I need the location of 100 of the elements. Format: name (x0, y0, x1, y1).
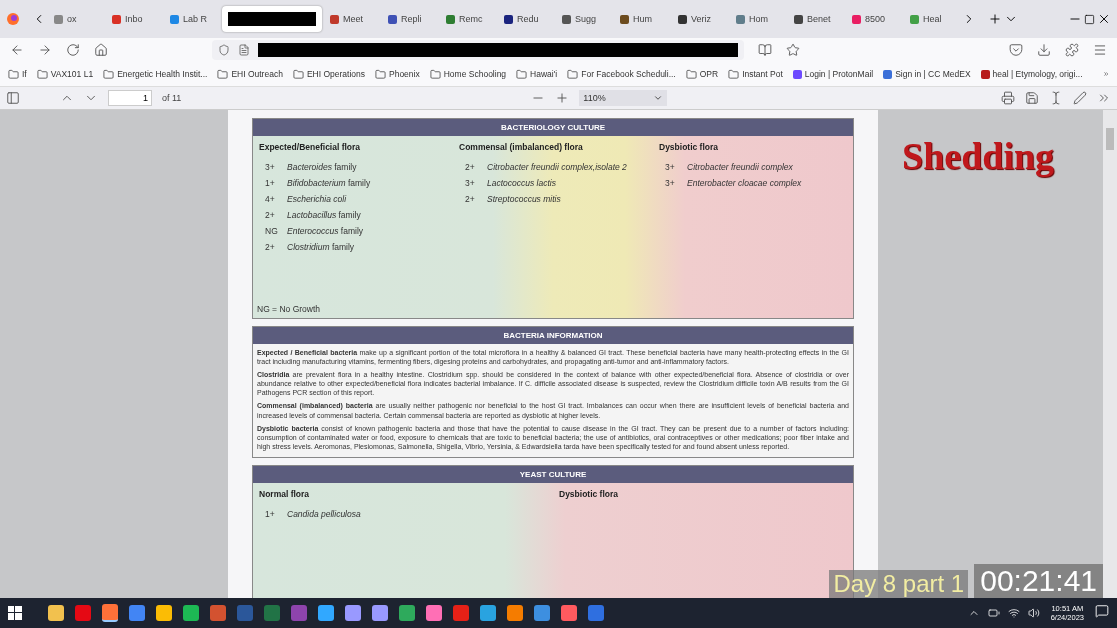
section-header: BACTERIA INFORMATION (253, 327, 853, 344)
app-icon[interactable] (372, 605, 388, 621)
folder-icon (685, 68, 697, 80)
browser-logo-icon[interactable] (6, 12, 20, 26)
bookmark-star-icon[interactable] (786, 43, 800, 57)
battery-icon[interactable] (987, 607, 1000, 619)
app-icon[interactable] (210, 605, 226, 621)
app-icon[interactable] (561, 605, 577, 621)
bookmark-item[interactable]: Instant Pot (728, 68, 783, 80)
browser-tab[interactable]: Hum (614, 6, 670, 32)
grade-label: 2+ (265, 210, 276, 220)
folder-icon (103, 68, 115, 80)
app-icon[interactable] (480, 605, 496, 621)
bookmark-item[interactable]: OPR (685, 68, 719, 80)
extensions-icon[interactable] (1065, 43, 1079, 57)
app-icon[interactable] (426, 605, 442, 621)
app-icon[interactable] (453, 605, 469, 621)
app-icon[interactable] (75, 605, 91, 621)
zoom-in-icon[interactable] (555, 91, 570, 105)
browser-tab[interactable]: Veriz (672, 6, 728, 32)
bookmark-item[interactable]: Login | ProtonMail (792, 69, 874, 79)
folder-icon (8, 68, 19, 80)
bookmark-item[interactable]: EHI Outreach (217, 68, 283, 80)
organism-name: Enterobacter cloacae complex (687, 178, 802, 188)
browser-tab[interactable]: ox (48, 6, 104, 32)
browser-tab[interactable]: Meet (324, 6, 380, 32)
browser-tab[interactable] (222, 6, 322, 32)
organism-name: Clostridium family (287, 242, 355, 252)
app-icon[interactable] (318, 605, 334, 621)
maximize-icon[interactable] (1084, 13, 1095, 25)
menu-icon[interactable] (1093, 43, 1107, 57)
organism-name: Lactococcus lactis (487, 178, 556, 188)
browser-tab[interactable]: Remc (440, 6, 496, 32)
bookmark-item[interactable]: Energetic Health Instit... (103, 68, 208, 80)
pocket-icon[interactable] (1009, 43, 1023, 57)
column-heading: Commensal (imbalanced) flora (459, 142, 584, 152)
reload-icon[interactable] (66, 43, 80, 57)
browser-tab[interactable]: Lab R (164, 6, 220, 32)
grade-label: 3+ (265, 162, 276, 172)
bookmark-item[interactable]: Home Schooling (429, 68, 507, 80)
organism-name: Escherichia coli (287, 194, 347, 204)
bookmark-item[interactable]: Sign in | CC MedEX (883, 69, 971, 79)
app-icon[interactable] (399, 605, 415, 621)
column-heading: Dysbiotic flora (659, 142, 720, 152)
start-icon[interactable] (8, 606, 22, 620)
organism-name: Bifidobacterium family (287, 178, 371, 188)
app-icon[interactable] (48, 605, 64, 621)
reader-view-icon[interactable] (758, 43, 772, 57)
scrollbar[interactable] (1103, 110, 1117, 598)
section-header: YEAST CULTURE (253, 465, 853, 483)
caption-title: Shedding (902, 134, 1055, 178)
close-icon[interactable] (1097, 12, 1111, 26)
print-icon[interactable] (1001, 91, 1015, 105)
back-icon[interactable] (10, 43, 24, 57)
bookmark-item[interactable]: heal | Etymology, origi... (980, 69, 1083, 79)
app-icon[interactable] (156, 605, 172, 621)
browser-tab[interactable]: Redu (498, 6, 554, 32)
browser-tab[interactable]: Hom (730, 6, 786, 32)
app-icon[interactable] (102, 604, 118, 622)
wifi-icon[interactable] (1007, 607, 1020, 619)
bookmark-item[interactable]: Phoenix (375, 68, 420, 80)
browser-tab[interactable]: 8500 (846, 6, 902, 32)
section-header: BACTERIOLOGY CULTURE (253, 119, 853, 136)
dropdown-caret-icon (653, 93, 664, 103)
home-icon[interactable] (94, 43, 108, 57)
episode-label: Day 8 part 1 (829, 570, 969, 598)
bookmark-item[interactable]: For Facebook Scheduli... (567, 68, 676, 80)
browser-tab[interactable]: Benet (788, 6, 844, 32)
app-icon[interactable] (534, 605, 550, 621)
folder-icon (217, 68, 229, 80)
grade-label: 2+ (465, 194, 476, 204)
bookmark-item[interactable]: Hawai'i (516, 68, 558, 80)
browser-tab[interactable]: Inbo (106, 6, 162, 32)
grade-label: 3+ (465, 178, 476, 188)
folder-icon (292, 68, 304, 80)
save-icon[interactable] (1025, 91, 1039, 105)
app-icon[interactable] (183, 605, 199, 621)
notification-icon[interactable] (1095, 604, 1109, 618)
zoom-select[interactable]: 110% (579, 90, 668, 106)
more-tools-icon[interactable] (1097, 91, 1111, 105)
page-number-field[interactable]: 1 (108, 90, 152, 106)
grade-label: 4+ (265, 194, 276, 204)
app-icon[interactable] (129, 605, 145, 621)
download-icon[interactable] (1037, 43, 1051, 57)
new-tab-icon[interactable] (988, 12, 1002, 26)
volume-icon[interactable] (1027, 607, 1040, 619)
browser-tab[interactable]: Sugg (556, 6, 612, 32)
bookmark-item[interactable]: VAX101 L1 (36, 68, 94, 80)
organism-name: Citrobacter freundii complex,isolate 2 (487, 162, 627, 172)
browser-tab[interactable]: Repli (382, 6, 438, 32)
sidebar-toggle-icon[interactable] (6, 91, 20, 105)
browser-tab[interactable]: Heal (904, 6, 960, 32)
folder-icon (728, 68, 740, 80)
forward-icon[interactable] (38, 43, 52, 57)
app-icon[interactable] (345, 605, 361, 621)
draw-icon[interactable] (1073, 91, 1087, 105)
bookmark-item[interactable]: EHI Operations (292, 68, 365, 80)
app-icon[interactable] (507, 605, 523, 621)
bookmark-item[interactable]: If (8, 68, 27, 80)
address-bar[interactable] (212, 40, 744, 60)
